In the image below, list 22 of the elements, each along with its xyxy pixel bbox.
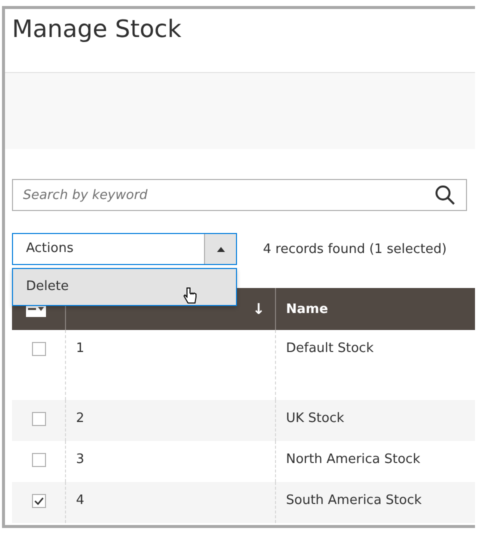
row-checkbox[interactable] bbox=[32, 453, 46, 467]
records-count: 4 records found (1 selected) bbox=[263, 242, 447, 256]
triangle-icon bbox=[216, 246, 224, 252]
table-cell: 2 bbox=[76, 411, 84, 426]
sort-arrow-icon[interactable]: ↓ bbox=[252, 300, 265, 318]
table-cell: 4 bbox=[76, 493, 84, 508]
table-cell: 3 bbox=[76, 452, 84, 467]
page-title: Manage Stock bbox=[12, 15, 182, 45]
table-cell: South America Stock bbox=[286, 493, 422, 508]
menu-item[interactable]: Delete bbox=[13, 269, 236, 305]
row-checkbox[interactable] bbox=[32, 412, 46, 426]
search-field[interactable]: Search by keyword bbox=[12, 179, 467, 211]
hand-cursor-icon bbox=[183, 287, 197, 305]
dropdown-toggle[interactable] bbox=[204, 234, 236, 264]
search-icon[interactable] bbox=[435, 185, 455, 205]
table-cell: 1 bbox=[76, 341, 84, 356]
row-checkbox[interactable] bbox=[32, 494, 46, 508]
row-checkbox[interactable] bbox=[32, 342, 46, 356]
actions-dropdown[interactable]: Actions bbox=[12, 233, 237, 265]
table-cell: North America Stock bbox=[286, 452, 420, 467]
table-cell: Default Stock bbox=[286, 341, 374, 356]
table-cell: UK Stock bbox=[286, 411, 344, 426]
